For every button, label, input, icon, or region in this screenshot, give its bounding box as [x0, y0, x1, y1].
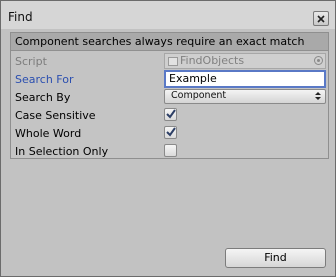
whole-word-checkbox[interactable]: [164, 126, 177, 139]
search-for-label: Search For: [15, 73, 74, 86]
in-selection-only-checkbox[interactable]: [164, 144, 177, 157]
script-object-field[interactable]: FindObjects: [164, 53, 326, 69]
object-picker-icon[interactable]: [314, 56, 323, 65]
script-row: Script FindObjects: [11, 52, 328, 70]
search-by-value: Component: [171, 90, 227, 101]
checkmark-icon: [166, 127, 176, 137]
checkmark-icon: [166, 109, 176, 119]
search-for-input[interactable]: Example: [164, 70, 326, 88]
script-object-value: FindObjects: [180, 54, 245, 67]
title-bar[interactable]: Find: [1, 1, 335, 29]
close-icon: [317, 14, 325, 23]
find-window: Find Component searches always require a…: [0, 0, 336, 277]
in-selection-only-row: In Selection Only: [11, 142, 328, 160]
case-sensitive-checkbox[interactable]: [164, 108, 177, 121]
search-by-label: Search By: [15, 91, 71, 104]
search-by-dropdown[interactable]: Component: [164, 89, 326, 104]
search-for-value: Example: [169, 72, 217, 85]
script-label: Script: [15, 55, 47, 68]
case-sensitive-row: Case Sensitive: [11, 106, 328, 124]
in-selection-only-label: In Selection Only: [15, 145, 109, 158]
info-header: Component searches always require an exa…: [11, 33, 328, 51]
search-by-row: Search By Component: [11, 88, 328, 106]
window-title: Find: [8, 10, 33, 24]
whole-word-row: Whole Word: [11, 124, 328, 142]
dropdown-arrows-icon: [315, 92, 321, 100]
case-sensitive-label: Case Sensitive: [15, 109, 96, 122]
whole-word-label: Whole Word: [15, 127, 82, 140]
close-button[interactable]: [313, 11, 329, 26]
find-button[interactable]: Find: [225, 248, 326, 268]
search-for-row: Search For Example: [11, 70, 328, 88]
search-options-panel: Component searches always require an exa…: [10, 32, 329, 159]
info-header-text: Component searches always require an exa…: [15, 35, 305, 48]
script-object-icon: [168, 57, 178, 66]
